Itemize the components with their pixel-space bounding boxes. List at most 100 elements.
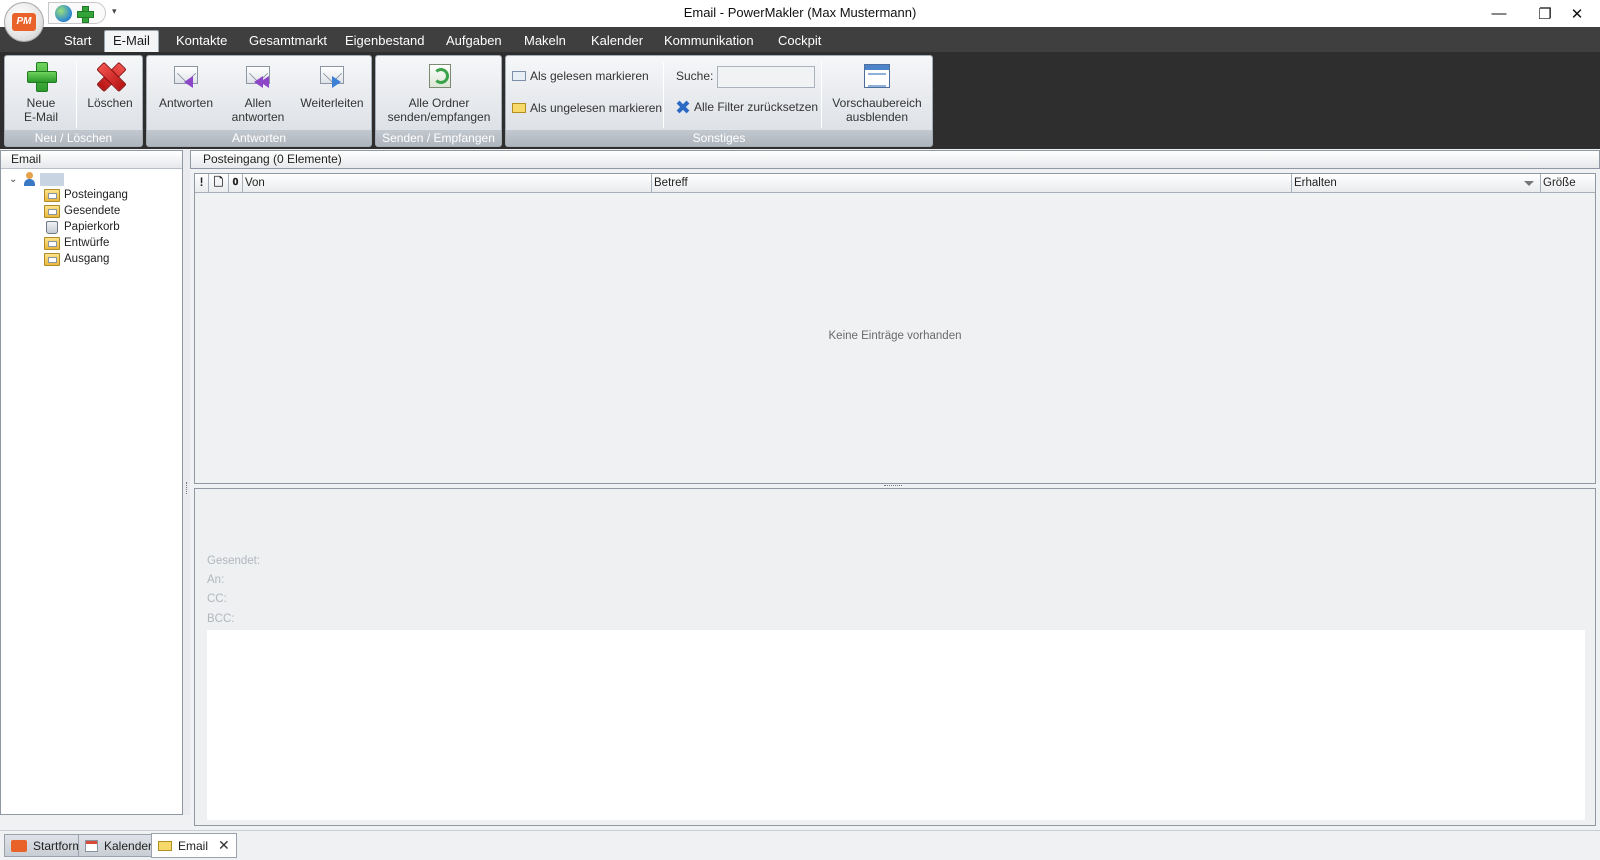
calendar-icon <box>85 839 98 852</box>
mail-list[interactable]: ! 🗋 𝟎 Von Betreff Erhalten Größe Keine E… <box>194 173 1596 484</box>
column-attachment[interactable]: 𝟎 <box>229 174 243 192</box>
column-from[interactable]: Von <box>243 174 652 192</box>
doc-tab-label: Startform <box>33 838 83 853</box>
outbox-folder-icon <box>44 252 60 266</box>
close-button[interactable]: ✕ <box>1554 0 1600 27</box>
tab-gesamtmarkt[interactable]: Gesamtmarkt <box>241 33 335 52</box>
new-email-button[interactable]: Neue E-Mail <box>11 60 71 124</box>
envelope-icon <box>158 840 172 851</box>
ribbon-tab-strip: Start E-Mail Kontakte Gesamtmarkt Eigenb… <box>0 27 1600 52</box>
preview-body[interactable] <box>207 630 1585 820</box>
folder-label: Ausgang <box>64 253 110 265</box>
send-receive-label-2: senden/empfangen <box>387 110 491 124</box>
column-importance[interactable]: ! <box>195 174 209 192</box>
folder-gesendete[interactable]: Gesendete <box>44 203 120 219</box>
forward-icon <box>316 60 348 92</box>
close-tab-icon[interactable]: ✕ <box>218 837 230 854</box>
doc-tab-email[interactable]: Email ✕ <box>151 833 237 858</box>
tab-start[interactable]: Start <box>56 33 99 52</box>
tab-kontakte[interactable]: Kontakte <box>168 33 235 52</box>
empty-list-message: Keine Einträge vorhanden <box>828 330 962 342</box>
hide-preview-button[interactable]: Vorschaubereich ausblenden <box>826 60 928 124</box>
group-label-antworten: Antworten <box>147 130 371 146</box>
separator <box>663 62 664 128</box>
column-received-label: Erhalten <box>1294 177 1337 189</box>
doc-tab-startform[interactable]: Startform <box>4 834 90 857</box>
preview-cc-label: CC: <box>207 593 227 605</box>
tab-kalender[interactable]: Kalender <box>583 33 651 52</box>
drafts-folder-icon <box>44 236 60 250</box>
group-sonstiges: Als gelesen markieren Als ungelesen mark… <box>505 55 933 147</box>
column-type[interactable]: 🗋 <box>209 174 229 192</box>
forward-label: Weiterleiten <box>300 96 364 110</box>
folder-ausgang[interactable]: Ausgang <box>44 251 109 267</box>
title-bar: ▾ Email - PowerMakler (Max Mustermann) —… <box>0 0 1600 27</box>
tab-makeln[interactable]: Makeln <box>516 33 574 52</box>
window-title: Email - PowerMakler (Max Mustermann) <box>683 5 917 20</box>
horizontal-splitter[interactable] <box>884 485 902 487</box>
folder-posteingang[interactable]: Posteingang <box>44 187 128 203</box>
tab-eigenbestand[interactable]: Eigenbestand <box>337 33 433 52</box>
reply-icon <box>170 60 202 92</box>
clear-filter-icon <box>676 100 690 114</box>
folder-label: Posteingang <box>64 189 128 201</box>
reply-all-icon <box>242 60 274 92</box>
account-node[interactable]: ⌄ <box>9 171 64 187</box>
preview-bcc-label: BCC: <box>207 613 235 625</box>
hide-preview-label-2: ausblenden <box>845 110 909 124</box>
powermakler-icon <box>11 839 27 852</box>
delete-label: Löschen <box>87 96 133 110</box>
open-envelope-icon <box>512 71 526 81</box>
chevron-down-icon[interactable]: ⌄ <box>9 174 19 185</box>
sync-icon <box>423 60 455 92</box>
folder-panel: Email ⌄ Posteingang Gesendete Papierkorb… <box>0 150 183 815</box>
mark-unread-label: Als ungelesen markieren <box>530 101 663 115</box>
delete-button[interactable]: Löschen <box>83 60 137 110</box>
mark-read-button[interactable]: Als gelesen markieren <box>512 69 649 83</box>
group-neu-loeschen: Neue E-Mail Löschen Neu / Löschen <box>4 55 143 147</box>
sent-folder-icon <box>44 204 60 218</box>
doc-tab-kalender[interactable]: Kalender <box>78 834 160 857</box>
folder-label: Entwürfe <box>64 237 110 249</box>
account-label <box>40 172 64 186</box>
new-email-label-1: Neue <box>26 96 56 110</box>
column-received[interactable]: Erhalten <box>1292 174 1541 192</box>
user-icon <box>23 172 36 186</box>
column-subject[interactable]: Betreff <box>652 174 1292 192</box>
app-menu-button[interactable]: PM <box>4 2 44 42</box>
delete-icon <box>94 60 126 92</box>
reply-all-button[interactable]: Allen antworten <box>224 60 292 124</box>
hide-preview-label-1: Vorschaubereich <box>832 96 922 110</box>
folder-entwuerfe[interactable]: Entwürfe <box>44 235 109 251</box>
reset-filters-label: Alle Filter zurücksetzen <box>694 100 819 114</box>
preview-sent-label: Gesendet: <box>207 555 261 567</box>
reply-label: Antworten <box>158 96 214 110</box>
reset-filters-button[interactable]: Alle Filter zurücksetzen <box>676 100 818 114</box>
reply-button[interactable]: Antworten <box>151 60 221 110</box>
forward-button[interactable]: Weiterleiten <box>295 60 369 110</box>
tab-cockpit[interactable]: Cockpit <box>770 33 829 52</box>
group-senden-empfangen: Alle Ordner senden/empfangen Senden / Em… <box>375 55 502 147</box>
tab-kommunikation[interactable]: Kommunikation <box>656 33 762 52</box>
folder-label: Gesendete <box>64 205 121 217</box>
new-email-label-2: E-Mail <box>23 110 58 124</box>
send-receive-label-1: Alle Ordner <box>408 96 470 110</box>
document-tab-bar: Startform Kalender Email ✕ <box>0 830 1600 860</box>
ribbon: Neue E-Mail Löschen Neu / Löschen Antwor… <box>0 52 1600 149</box>
group-label-sonstiges: Sonstiges <box>506 130 932 146</box>
search-input[interactable] <box>717 66 815 88</box>
column-size[interactable]: Größe <box>1541 174 1595 192</box>
group-antworten: Antworten Allen antworten Weiterleiten A… <box>146 55 372 147</box>
group-label-senden: Senden / Empfangen <box>376 130 501 146</box>
tab-email[interactable]: E-Mail <box>104 30 159 52</box>
inbox-folder-icon <box>44 188 60 202</box>
splitter-grip[interactable] <box>186 482 187 494</box>
folder-papierkorb[interactable]: Papierkorb <box>44 219 120 235</box>
group-label-neu: Neu / Löschen <box>5 130 142 146</box>
tab-aufgaben[interactable]: Aufgaben <box>438 33 510 52</box>
mark-unread-button[interactable]: Als ungelesen markieren <box>512 101 662 115</box>
send-receive-all-button[interactable]: Alle Ordner senden/empfangen <box>378 60 500 124</box>
minimize-button[interactable]: — <box>1476 0 1522 27</box>
preview-pane: Gesendet: An: CC: BCC: <box>194 488 1596 826</box>
trash-icon <box>46 220 58 234</box>
